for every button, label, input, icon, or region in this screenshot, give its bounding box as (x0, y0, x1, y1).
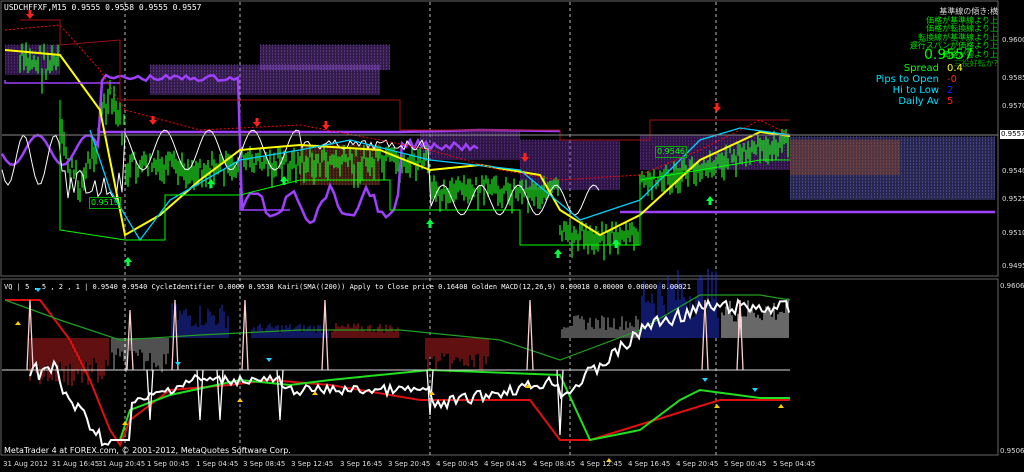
time-tick: 1 Sep 00:45 (147, 460, 190, 468)
sub-price-top: 0.9606 (1000, 282, 1024, 290)
arrow-down-icon (322, 121, 330, 130)
time-tick: 4 Sep 16:45 (628, 460, 671, 468)
price-tick: 0.9495 (1002, 262, 1024, 270)
time-tick: 31 Aug 16:45 (52, 460, 100, 468)
footer-copyright: MetaTrader 4 at FOREX.com, © 2001-2012, … (4, 446, 291, 455)
price-tick: 0.9510 (1002, 229, 1024, 237)
arrow-up-icon (778, 404, 784, 408)
cycle-spike (321, 299, 329, 371)
cycle-spike (196, 369, 204, 421)
level-label: 0.9519 (89, 197, 121, 209)
arrow-down-icon (702, 378, 708, 382)
arrow-down-icon (266, 358, 272, 362)
stat-label: Daily Av (898, 96, 939, 107)
time-tick: 3 Sep 20:45 (388, 460, 431, 468)
arrow-up-icon (714, 404, 720, 408)
ohlc-values: 0.9555 0.9558 0.9555 0.9557 (71, 3, 202, 12)
arrow-up-icon (15, 321, 21, 325)
arrow-up-icon (426, 219, 434, 228)
cycle-spike (526, 299, 534, 371)
stat-row: Daily Av 5 (849, 96, 999, 108)
sub-chart-frame (0, 278, 999, 456)
current-price-tag: 0.9557 (1000, 130, 1024, 139)
arrow-down-icon (752, 388, 758, 392)
time-tick: 4 Sep 04:45 (484, 460, 527, 468)
time-tick: 31 Aug 2012 (3, 460, 48, 468)
arrow-down-icon (175, 362, 181, 366)
sub-price-bottom: 0.9506 (1000, 447, 1024, 455)
sub-chart-header: VQ | 5 , 5 , 2 , 1 | 0.9540 0.9540 Cycle… (4, 283, 691, 291)
time-tick: 5 Sep 00:45 (724, 460, 767, 468)
time-tick: 3 Sep 08:45 (243, 460, 286, 468)
cycle-spike (171, 299, 179, 371)
arrow-up-icon (612, 239, 620, 248)
stat-value: 5 (947, 96, 954, 107)
price-tick: 0.9570 (1002, 102, 1024, 110)
red-step-line (20, 19, 790, 141)
cycle-spike (701, 299, 709, 371)
arrow-up-icon (554, 249, 562, 258)
price-tick: 0.9600 (1002, 36, 1024, 44)
cycle-spike (556, 369, 564, 436)
arrow-up-icon (706, 196, 714, 205)
time-tick: 1 Sep 04:45 (196, 460, 239, 468)
arrow-down-icon (149, 116, 157, 125)
big-price: 0.9557 (924, 47, 973, 63)
time-tick: 3 Sep 12:45 (291, 460, 334, 468)
cycle-spike (241, 299, 249, 371)
arrow-down-icon (713, 103, 721, 112)
time-tick: 4 Sep 12:45 (580, 460, 623, 468)
cloud-segment (260, 45, 390, 70)
time-tick: 4 Sep 00:45 (436, 460, 479, 468)
arrow-down-icon (253, 118, 261, 127)
price-tick: 0.9540 (1002, 167, 1024, 175)
metatrader-window: USDCHFFXF,M15 0.9555 0.9558 0.9555 0.955… (0, 0, 1024, 472)
price-tick: 0.9585 (1002, 74, 1024, 82)
arrow-up-icon (237, 398, 243, 402)
time-tick: 31 Aug 20:45 (98, 460, 146, 468)
price-tick: 0.9525 (1002, 195, 1024, 203)
time-tick: 4 Sep 08:45 (533, 460, 576, 468)
time-tick: 4 Sep 20:45 (676, 460, 719, 468)
chart-title: USDCHFFXF,M15 0.9555 0.9558 0.9555 0.955… (4, 3, 202, 13)
sub-indicator-lines (4, 268, 791, 462)
time-tick: 3 Sep 16:45 (340, 460, 383, 468)
arrow-up-icon (124, 257, 132, 266)
symbol-label: USDCHFFXF,M15 (4, 3, 67, 12)
time-tick: 5 Sep 04:45 (773, 460, 816, 468)
level-label: 0.9546 (655, 146, 687, 158)
